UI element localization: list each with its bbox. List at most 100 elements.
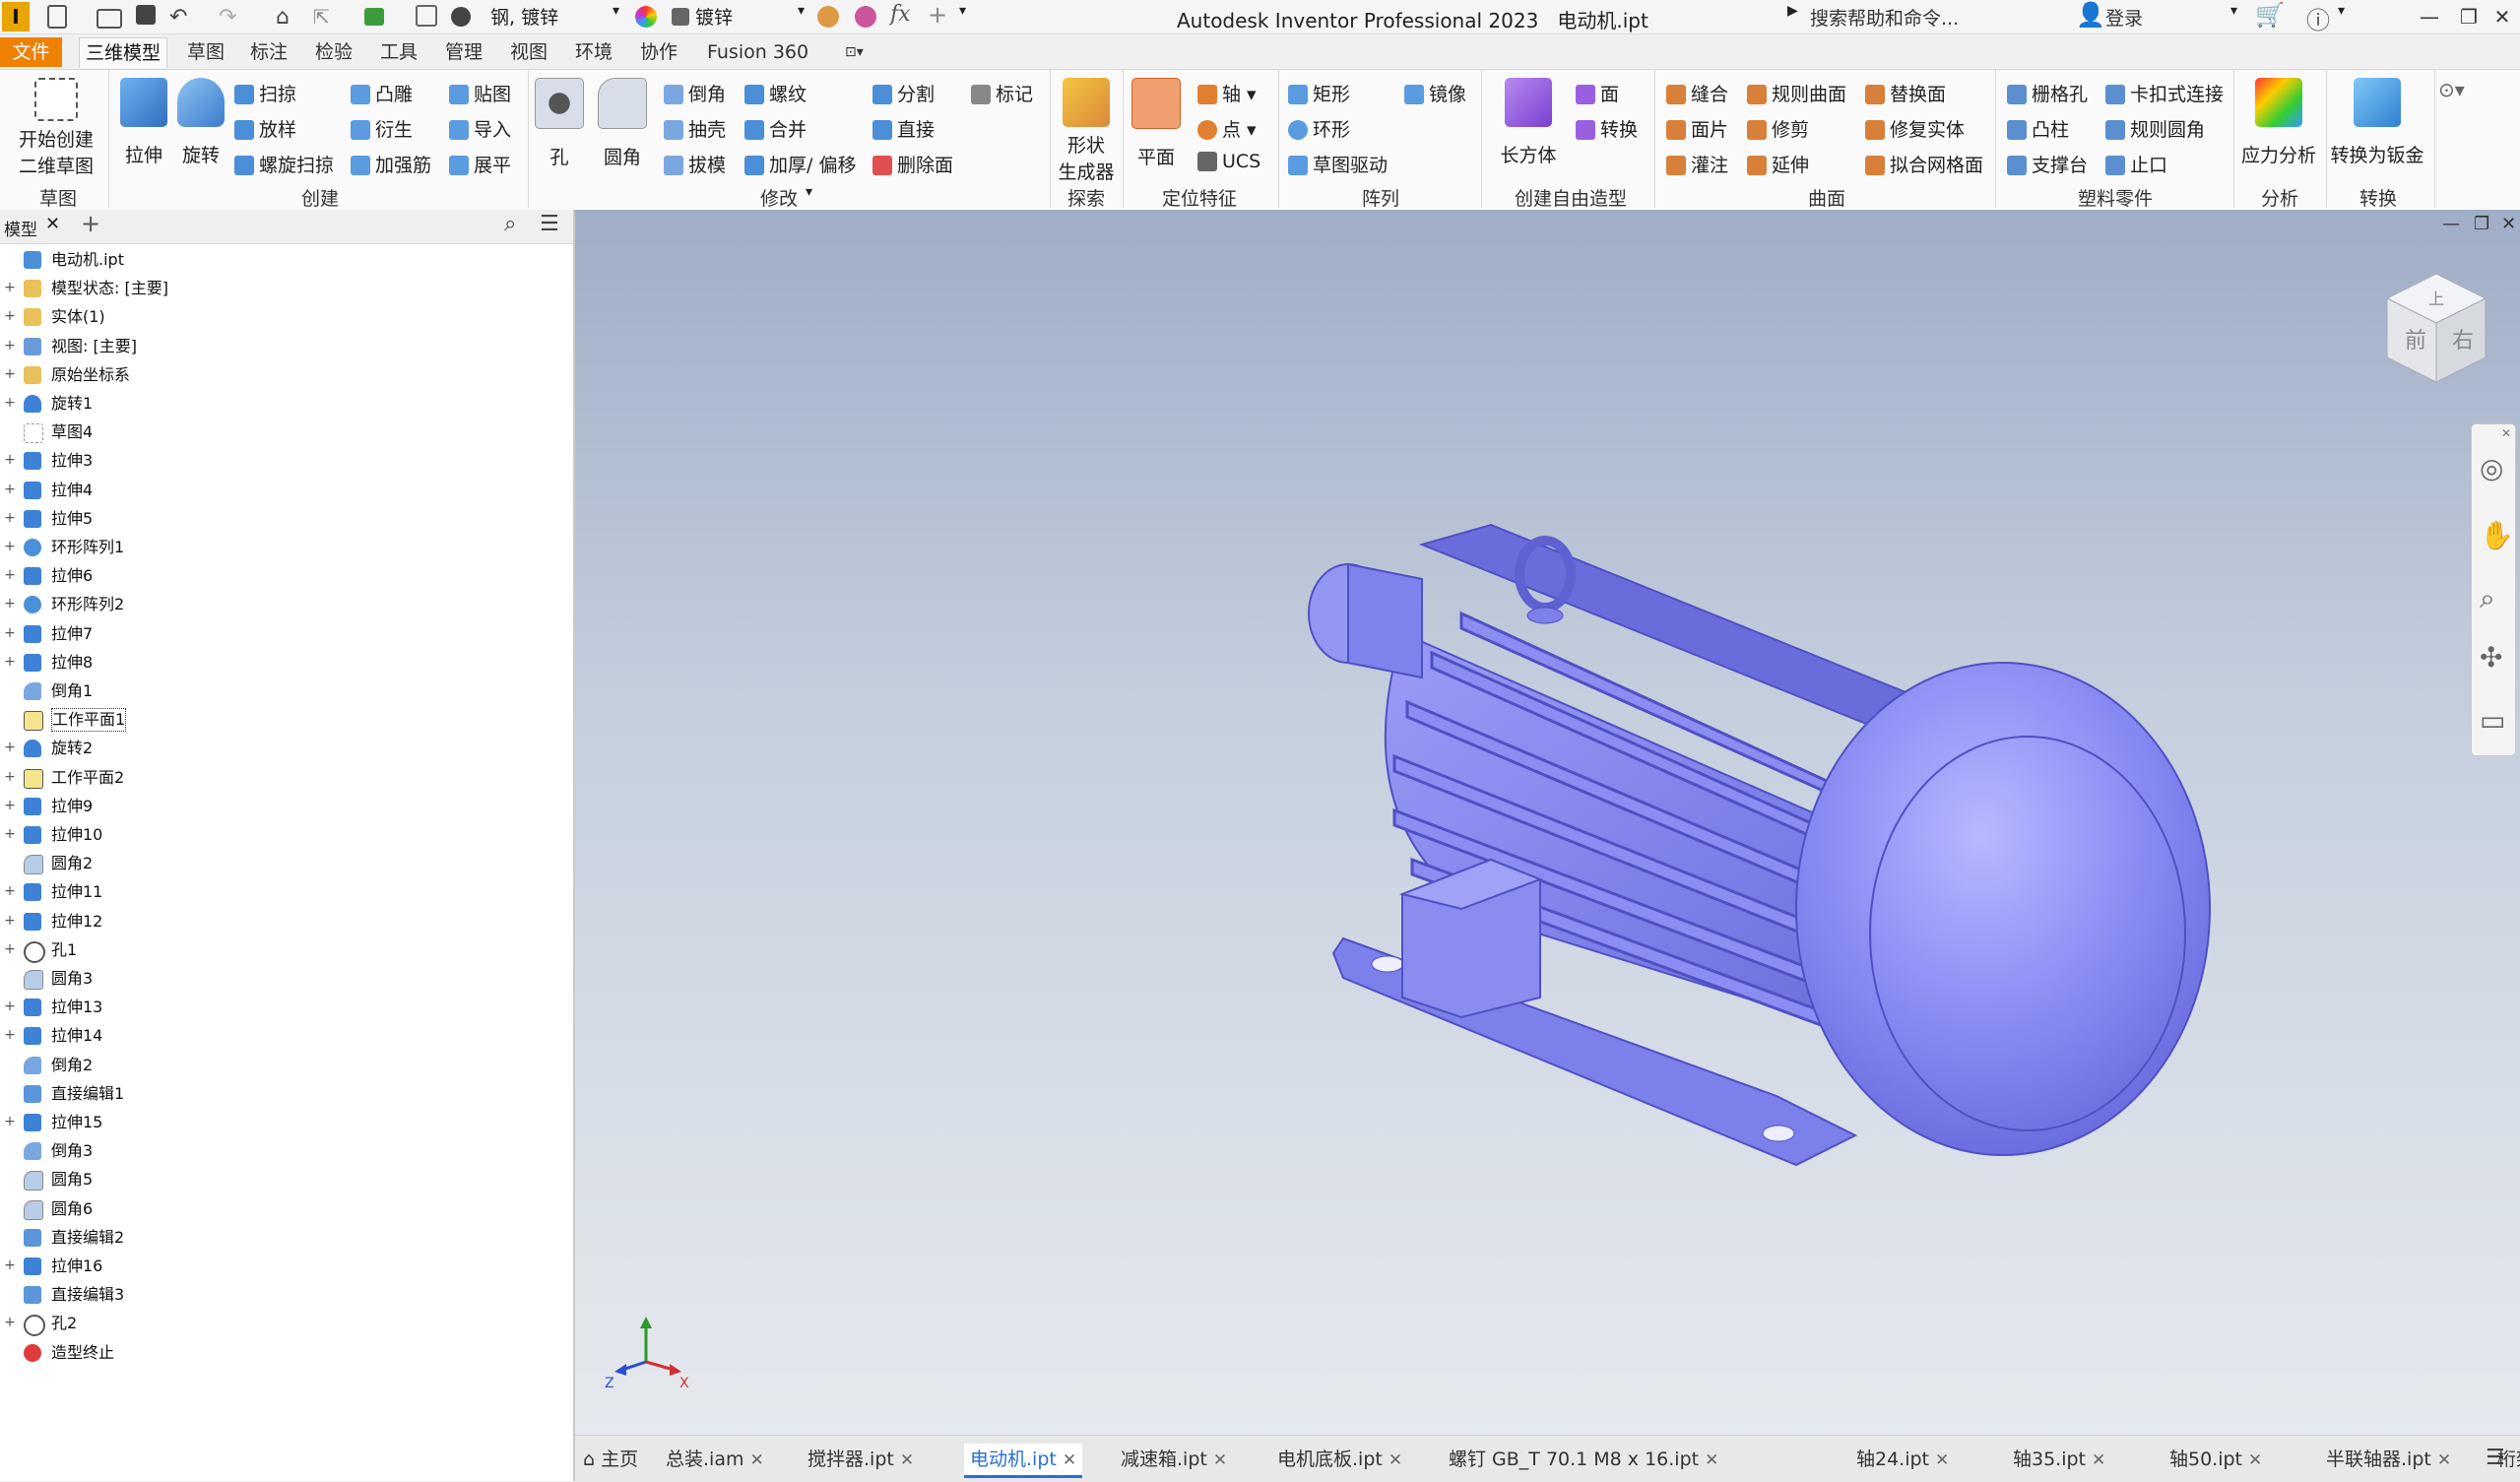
expand-icon[interactable]: + [4, 1258, 16, 1272]
document-tab[interactable]: 减速箱.ipt ✕ [1121, 1444, 1227, 1475]
rest-button[interactable]: 支撑台 [2007, 151, 2088, 177]
close-icon[interactable]: ✕ [1705, 1450, 1718, 1470]
close-icon[interactable]: ✕ [1063, 1450, 1076, 1470]
axis-button[interactable]: 轴 ▾ [1197, 80, 1257, 106]
rect-pattern-button[interactable]: 矩形 [1288, 80, 1350, 106]
expand-icon[interactable]: + [4, 309, 16, 323]
close-icon[interactable]: ✕ [1935, 1450, 1949, 1470]
parameters-icon[interactable] [416, 5, 437, 27]
derive-button[interactable]: 衍生 [351, 115, 413, 142]
close-icon[interactable]: ✕ [1389, 1450, 1402, 1470]
circ-pattern-button[interactable]: 环形 [1288, 115, 1350, 142]
start-2d-sketch-button[interactable]: 开始创建 二维草图 [14, 78, 98, 178]
fit-mesh-face-button[interactable]: 拟合网格面 [1865, 151, 1983, 177]
convert-sheetmetal-button[interactable]: 转换为钣金 [2330, 78, 2424, 167]
unwrap-button[interactable]: 展平 [449, 151, 511, 177]
tab-file[interactable]: 文件 [0, 37, 62, 67]
document-tab[interactable]: 螺钉 GB_T 70.1 M8 x 16.ipt ✕ [1449, 1444, 1718, 1475]
shell-button[interactable]: 抽壳 [664, 115, 726, 142]
viewport-minimize-icon[interactable]: — [2442, 214, 2460, 234]
add-icon[interactable]: + [928, 1, 947, 29]
extrude-button[interactable]: 拉伸 [116, 78, 171, 167]
close-icon[interactable]: ✕ [900, 1450, 914, 1470]
expand-icon[interactable]: + [4, 396, 16, 410]
document-tab[interactable]: 桁架.iam✕ [2497, 1444, 2520, 1475]
adjust-appearance-icon[interactable] [817, 6, 839, 28]
expand-icon[interactable]: + [4, 339, 16, 353]
tab-inspect[interactable]: 检验 [309, 37, 358, 67]
replace-face-button[interactable]: 替换面 [1865, 80, 1946, 106]
expand-icon[interactable]: + [4, 597, 16, 611]
expand-icon[interactable]: + [4, 1115, 16, 1128]
restore-icon[interactable]: ❐ [2454, 2, 2484, 32]
rib-button[interactable]: 加强筋 [351, 151, 431, 177]
import-button[interactable]: 导入 [449, 115, 511, 142]
ucs-button[interactable]: UCS [1197, 151, 1260, 172]
appearance-select[interactable]: 镀锌 [695, 3, 733, 30]
close-icon[interactable]: ✕ [2248, 1450, 2262, 1470]
add-tab-icon[interactable]: + [81, 210, 100, 237]
viewport-close-icon[interactable]: ✕ [2501, 214, 2516, 234]
split-button[interactable]: 分割 [872, 80, 935, 106]
grill-button[interactable]: 栅格孔 [2007, 80, 2088, 106]
material-dropdown-icon[interactable]: ▾ [613, 3, 619, 19]
snap-fit-button[interactable]: 卡扣式连接 [2105, 80, 2224, 106]
close-icon[interactable]: ✕ [2488, 2, 2517, 32]
steering-wheel-icon[interactable]: ◎ [2480, 452, 2503, 484]
freeform-convert-button[interactable]: 转换 [1576, 115, 1638, 142]
new-file-icon[interactable] [47, 5, 67, 29]
shape-generator-button[interactable]: 形状 生成器 [1056, 78, 1117, 184]
expand-icon[interactable]: + [4, 827, 16, 841]
document-tab[interactable]: 搅拌器.ipt ✕ [808, 1444, 914, 1475]
thread-button[interactable]: 螺纹 [744, 80, 807, 106]
expand-icon[interactable]: + [4, 942, 16, 956]
redo-icon[interactable]: ↷ [219, 5, 242, 30]
close-icon[interactable]: ✕ [2437, 1450, 2451, 1470]
expand-icon[interactable]: + [4, 1316, 16, 1329]
zoom-icon[interactable]: ⌕ [2480, 582, 2495, 615]
trim-button[interactable]: 修剪 [1747, 115, 1809, 142]
repair-bodies-button[interactable]: 修复实体 [1865, 115, 1965, 142]
graphics-viewport[interactable]: — ❐ ✕ 上 前 右 X Z ✕ ◎ ✋ ⌕ ✣ ▭ [575, 210, 2520, 1435]
login-dropdown-icon[interactable]: ▾ [2230, 3, 2237, 19]
fx-icon[interactable]: fx [890, 2, 911, 27]
ribbon-options-icon[interactable]: ⊙▾ [2438, 78, 2465, 101]
expand-icon[interactable]: + [4, 999, 16, 1013]
document-tab[interactable]: 电动机.ipt ✕ [964, 1444, 1083, 1478]
open-icon[interactable] [97, 9, 122, 29]
help-search-input[interactable]: 搜索帮助和命令... [1810, 4, 1959, 31]
stitch-button[interactable]: 缝合 [1666, 80, 1728, 106]
select-icon[interactable]: ⇱ [313, 5, 337, 29]
ribbon-display-toggle-icon[interactable]: ⊡▾ [839, 37, 870, 67]
home-icon[interactable]: ⌂ [276, 5, 299, 30]
combine-button[interactable]: 合并 [744, 115, 807, 142]
lip-button[interactable]: 止口 [2105, 151, 2167, 177]
expand-icon[interactable]: + [4, 568, 16, 582]
close-icon[interactable]: ✕ [2092, 1450, 2105, 1470]
look-at-icon[interactable]: ▭ [2480, 704, 2505, 737]
boss-button[interactable]: 凸柱 [2007, 115, 2069, 142]
undo-icon[interactable]: ↶ [169, 5, 193, 30]
extend-button[interactable]: 延伸 [1747, 151, 1809, 177]
expand-icon[interactable]: + [4, 884, 16, 898]
orbit-icon[interactable]: ✣ [2480, 641, 2502, 674]
hole-button[interactable]: 孔 [532, 78, 587, 169]
expand-icon[interactable]: + [4, 655, 16, 669]
stress-analysis-button[interactable]: 应力分析 [2241, 78, 2316, 167]
expand-icon[interactable]: + [4, 799, 16, 812]
expand-icon[interactable]: + [4, 770, 16, 784]
panel-label-modify[interactable]: 修改 [760, 184, 798, 211]
revolve-button[interactable]: 旋转 [173, 78, 228, 167]
login-button[interactable]: 登录 [2105, 4, 2143, 31]
motor-3d-model[interactable] [1166, 505, 2249, 1194]
sweep-button[interactable]: 扫掠 [234, 80, 296, 106]
appearance-dropdown-icon[interactable]: ▾ [798, 3, 805, 19]
expand-icon[interactable]: + [4, 540, 16, 553]
ruled-surface-button[interactable]: 规则曲面 [1747, 80, 1846, 106]
tab-tools[interactable]: 工具 [374, 37, 423, 67]
chamfer-button[interactable]: 倒角 [664, 80, 726, 106]
document-tab[interactable]: 轴50.ipt ✕ [2169, 1444, 2262, 1475]
expand-icon[interactable]: + [4, 483, 16, 496]
expand-icon[interactable]: + [4, 511, 16, 525]
cart-icon[interactable]: 🛒 [2255, 1, 2285, 29]
